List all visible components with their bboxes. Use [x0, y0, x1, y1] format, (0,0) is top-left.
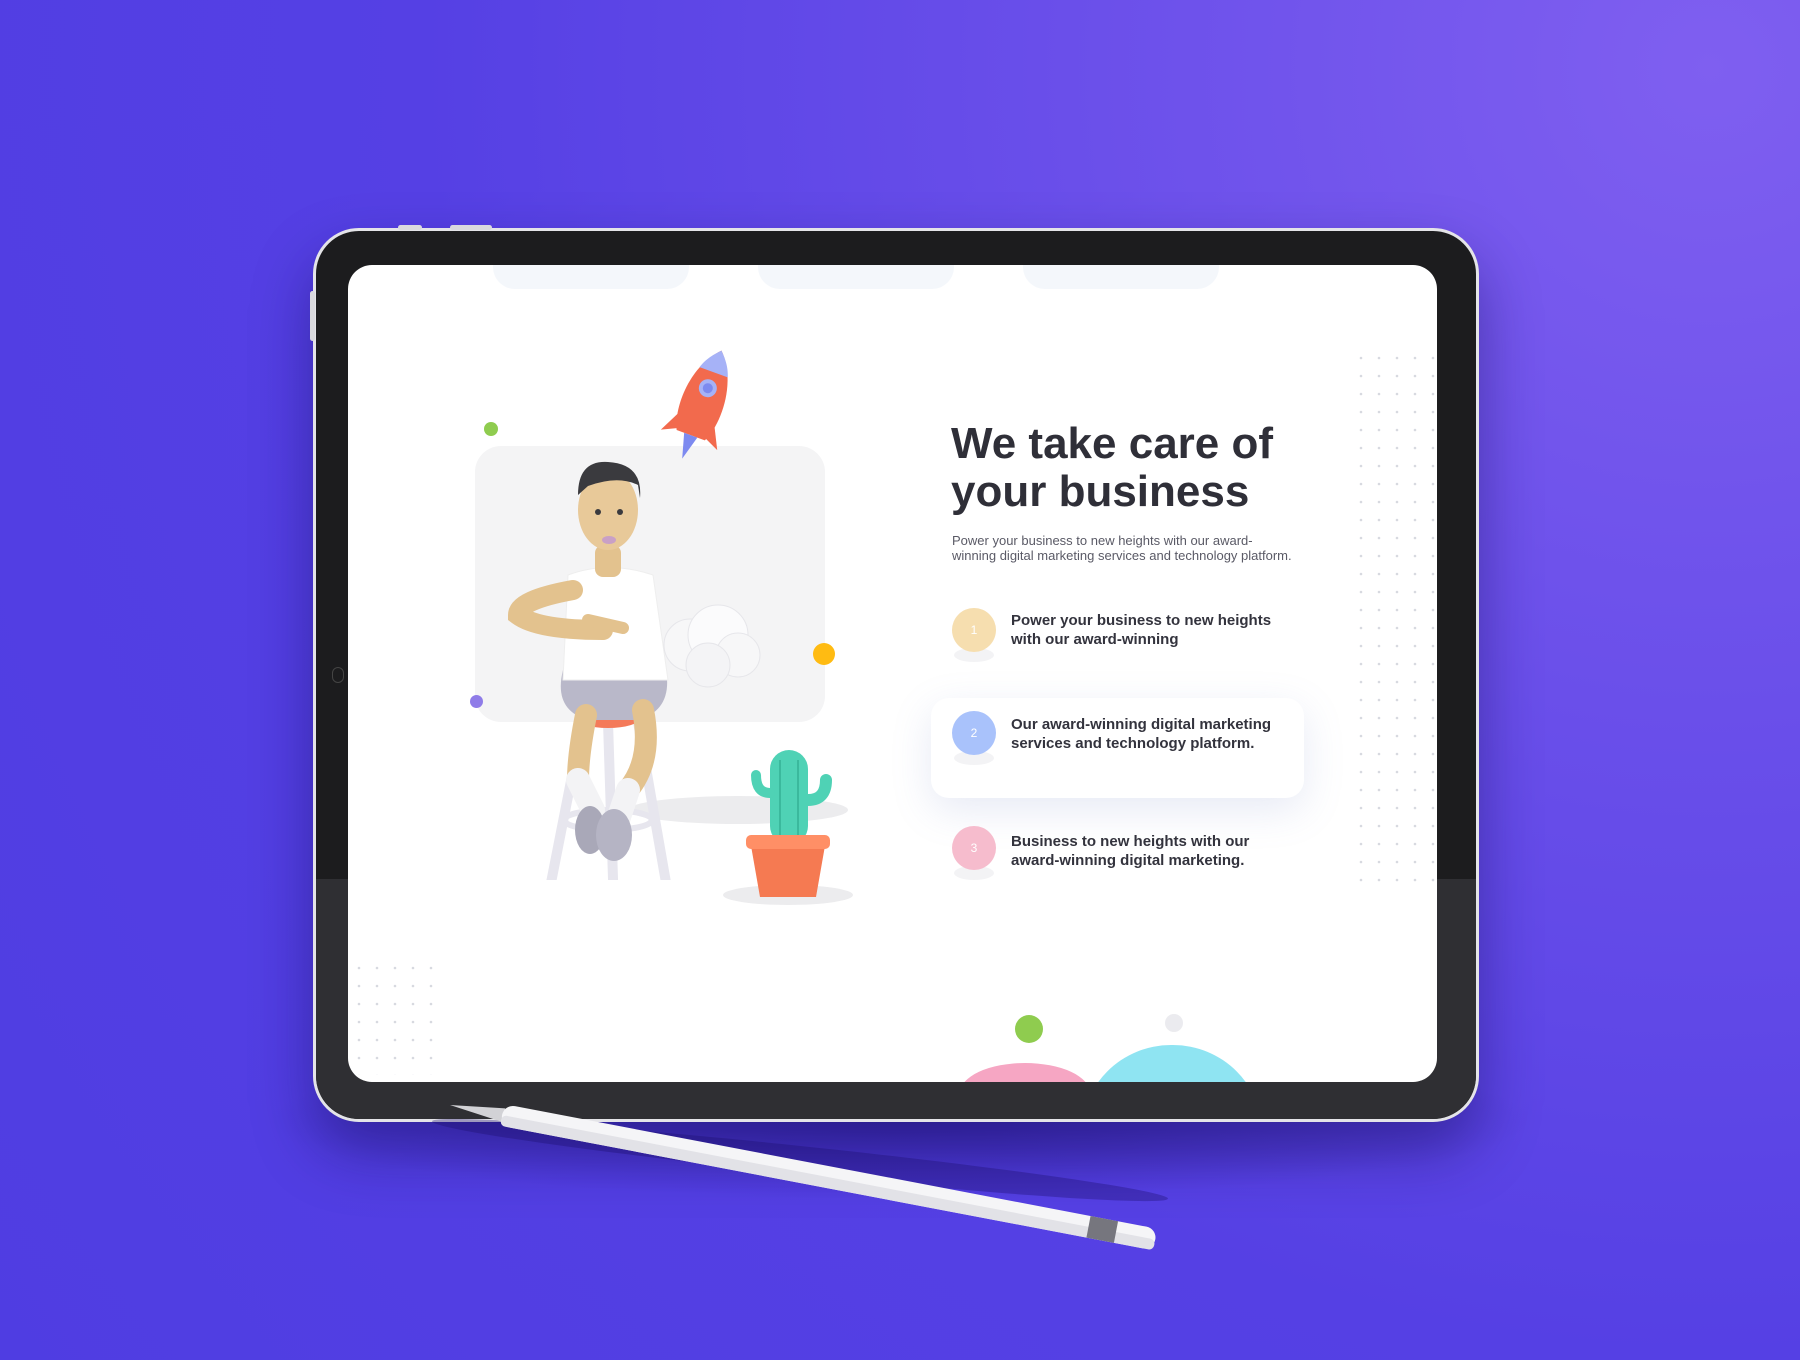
stylus-icon [432, 1105, 1168, 1250]
